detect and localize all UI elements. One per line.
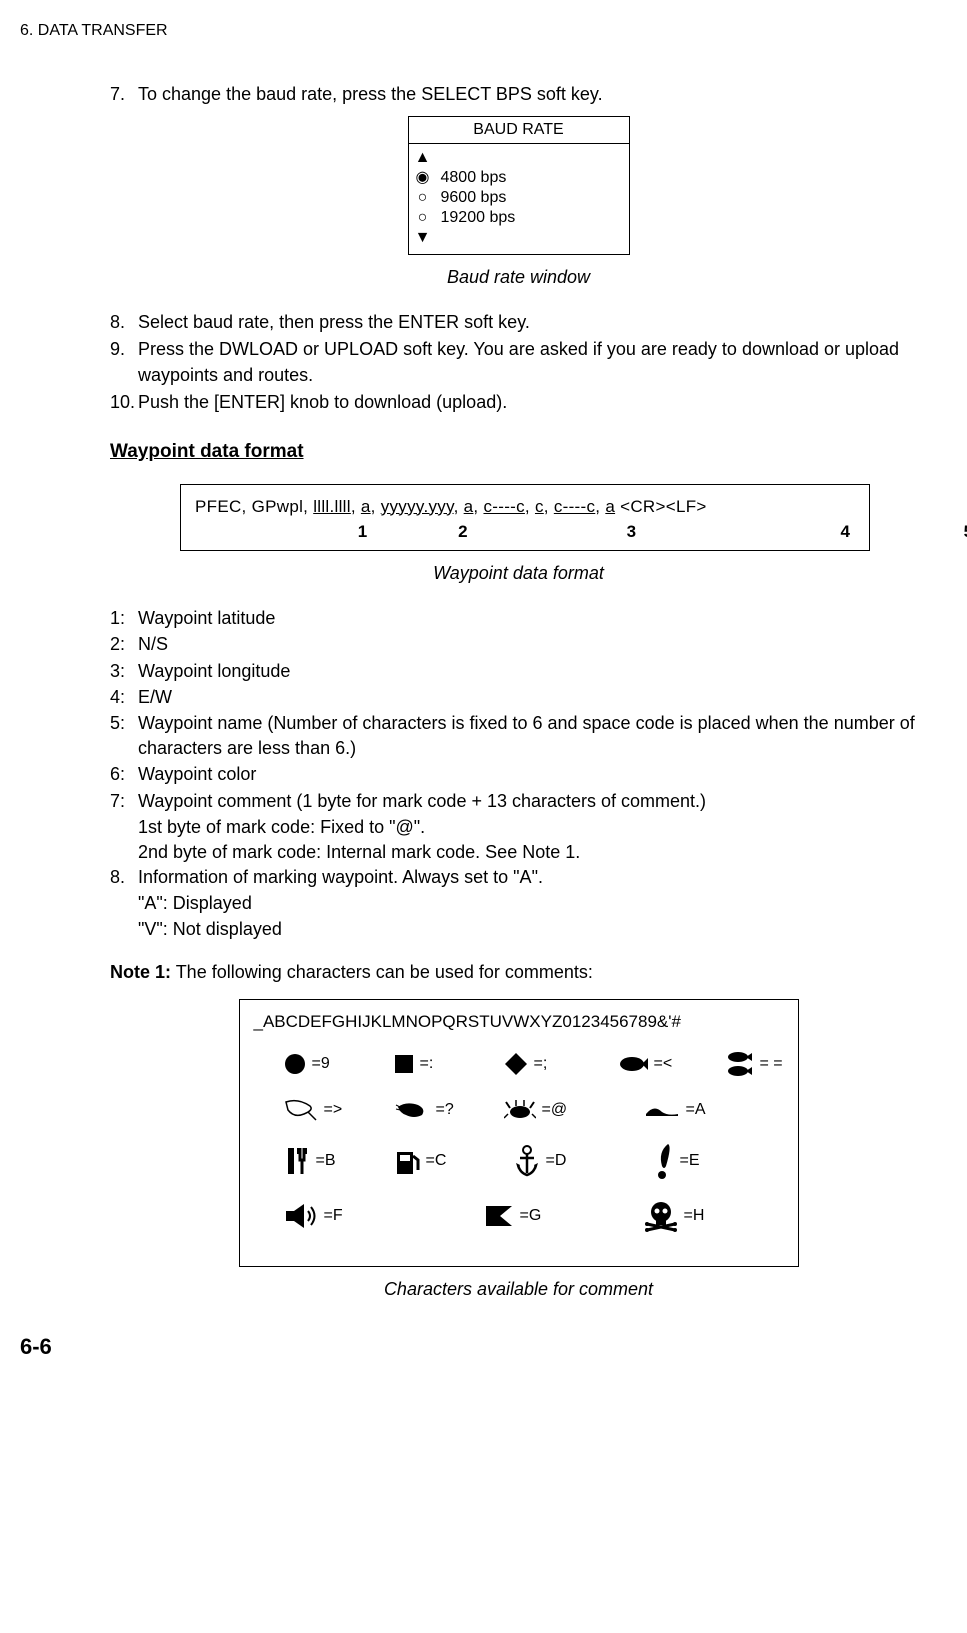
anchor-icon xyxy=(514,1145,540,1177)
def-num: 7: xyxy=(110,789,138,814)
def-num: 6: xyxy=(110,762,138,787)
radio-icon: ○ xyxy=(415,188,431,208)
icon-row-1: =9 =: =; =< = = xyxy=(254,1050,784,1078)
square-icon xyxy=(394,1054,414,1074)
def-text: Waypoint comment (1 byte for mark code +… xyxy=(138,789,927,814)
arrow-down-icon: ▼ xyxy=(415,228,431,248)
def-sub: 1st byte of mark code: Fixed to "@". xyxy=(138,815,927,840)
def-num: 2: xyxy=(110,632,138,657)
def-text: Waypoint name (Number of characters is f… xyxy=(138,711,927,761)
def-num: 1: xyxy=(110,606,138,631)
def-sub: "A": Displayed xyxy=(138,891,927,916)
baud-opt: 9600 bps xyxy=(441,188,507,208)
def-text: E/W xyxy=(138,685,927,710)
step-num: 7. xyxy=(110,82,138,107)
step-num: 10. xyxy=(110,390,138,415)
def-num: 8. xyxy=(110,865,138,890)
step-9: 9. Press the DWLOAD or UPLOAD soft key. … xyxy=(110,337,927,387)
icon-row-3: =B =C =D =E xyxy=(254,1142,784,1180)
baud-caption: Baud rate window xyxy=(110,265,927,290)
circle-icon xyxy=(284,1053,306,1075)
step-8: 8. Select baud rate, then press the ENTE… xyxy=(110,310,927,335)
def-text: N/S xyxy=(138,632,927,657)
page-header: 6. DATA TRANSFER xyxy=(20,20,927,42)
squid-icon xyxy=(284,1098,318,1122)
characters-box: _ABCDEFGHIJKLMNOPQRSTUVWXYZ0123456789&'#… xyxy=(239,999,799,1267)
def-num: 3: xyxy=(110,659,138,684)
cutlery-icon xyxy=(284,1146,310,1176)
def-text: Waypoint color xyxy=(138,762,927,787)
step-10: 10. Push the [ENTER] knob to download (u… xyxy=(110,390,927,415)
char-string: _ABCDEFGHIJKLMNOPQRSTUVWXYZ0123456789&'# xyxy=(254,1010,784,1034)
step-num: 9. xyxy=(110,337,138,387)
step-text: Press the DWLOAD or UPLOAD soft key. You… xyxy=(138,337,927,387)
fuel-icon xyxy=(394,1146,420,1176)
def-text: Waypoint latitude xyxy=(138,606,927,631)
icon-row-4: =F =G =H xyxy=(254,1200,784,1232)
crab-icon xyxy=(504,1098,536,1122)
def-num: 4: xyxy=(110,685,138,710)
radio-selected-icon: ◉ xyxy=(415,168,431,188)
fish-icon xyxy=(614,1054,648,1074)
shrimp-icon xyxy=(394,1099,430,1121)
exclamation-icon xyxy=(654,1142,674,1180)
def-text: Information of marking waypoint. Always … xyxy=(138,865,927,890)
waypoint-format-title: Waypoint data format xyxy=(110,439,927,466)
flag-icon xyxy=(484,1204,514,1228)
two-fish-icon xyxy=(724,1050,754,1078)
chars-caption: Characters available for comment xyxy=(110,1277,927,1302)
step-7: 7. To change the baud rate, press the SE… xyxy=(110,82,927,107)
arrow-up-icon: ▲ xyxy=(415,148,431,168)
diamond-icon xyxy=(504,1052,528,1076)
format-box: PFEC, GPwpl, llll.llll, a, yyyyy.yyy, a,… xyxy=(180,484,870,552)
step-num: 8. xyxy=(110,310,138,335)
format-string: PFEC, GPwpl, llll.llll, a, yyyyy.yyy, a,… xyxy=(195,495,855,519)
wave-icon xyxy=(644,1102,680,1118)
speaker-icon xyxy=(284,1201,318,1231)
def-num: 5: xyxy=(110,711,138,761)
def-text: Waypoint longitude xyxy=(138,659,927,684)
def-sub: 2nd byte of mark code: Internal mark cod… xyxy=(138,840,927,865)
step-text: Push the [ENTER] knob to download (uploa… xyxy=(138,390,927,415)
icon-row-2: => =? =@ =A xyxy=(254,1098,784,1122)
baud-rate-box: BAUD RATE ▲ ◉ 4800 bps ○ 9600 bps ○ 19200 b… xyxy=(408,116,630,255)
step-text: To change the baud rate, press the SELEC… xyxy=(138,82,927,107)
radio-icon: ○ xyxy=(415,208,431,228)
baud-title: BAUD RATE xyxy=(409,117,629,144)
note-1: Note 1: The following characters can be … xyxy=(110,960,927,985)
format-indices: 1 2 3 4 5 6 7 8 xyxy=(195,520,855,544)
baud-opt: 4800 bps xyxy=(441,168,507,188)
page-number: 6-6 xyxy=(20,1332,927,1363)
baud-opt: 19200 bps xyxy=(441,208,516,228)
format-caption: Waypoint data format xyxy=(110,561,927,586)
step-text: Select baud rate, then press the ENTER s… xyxy=(138,310,927,335)
skull-icon xyxy=(644,1200,678,1232)
def-sub: "V": Not displayed xyxy=(138,917,927,942)
